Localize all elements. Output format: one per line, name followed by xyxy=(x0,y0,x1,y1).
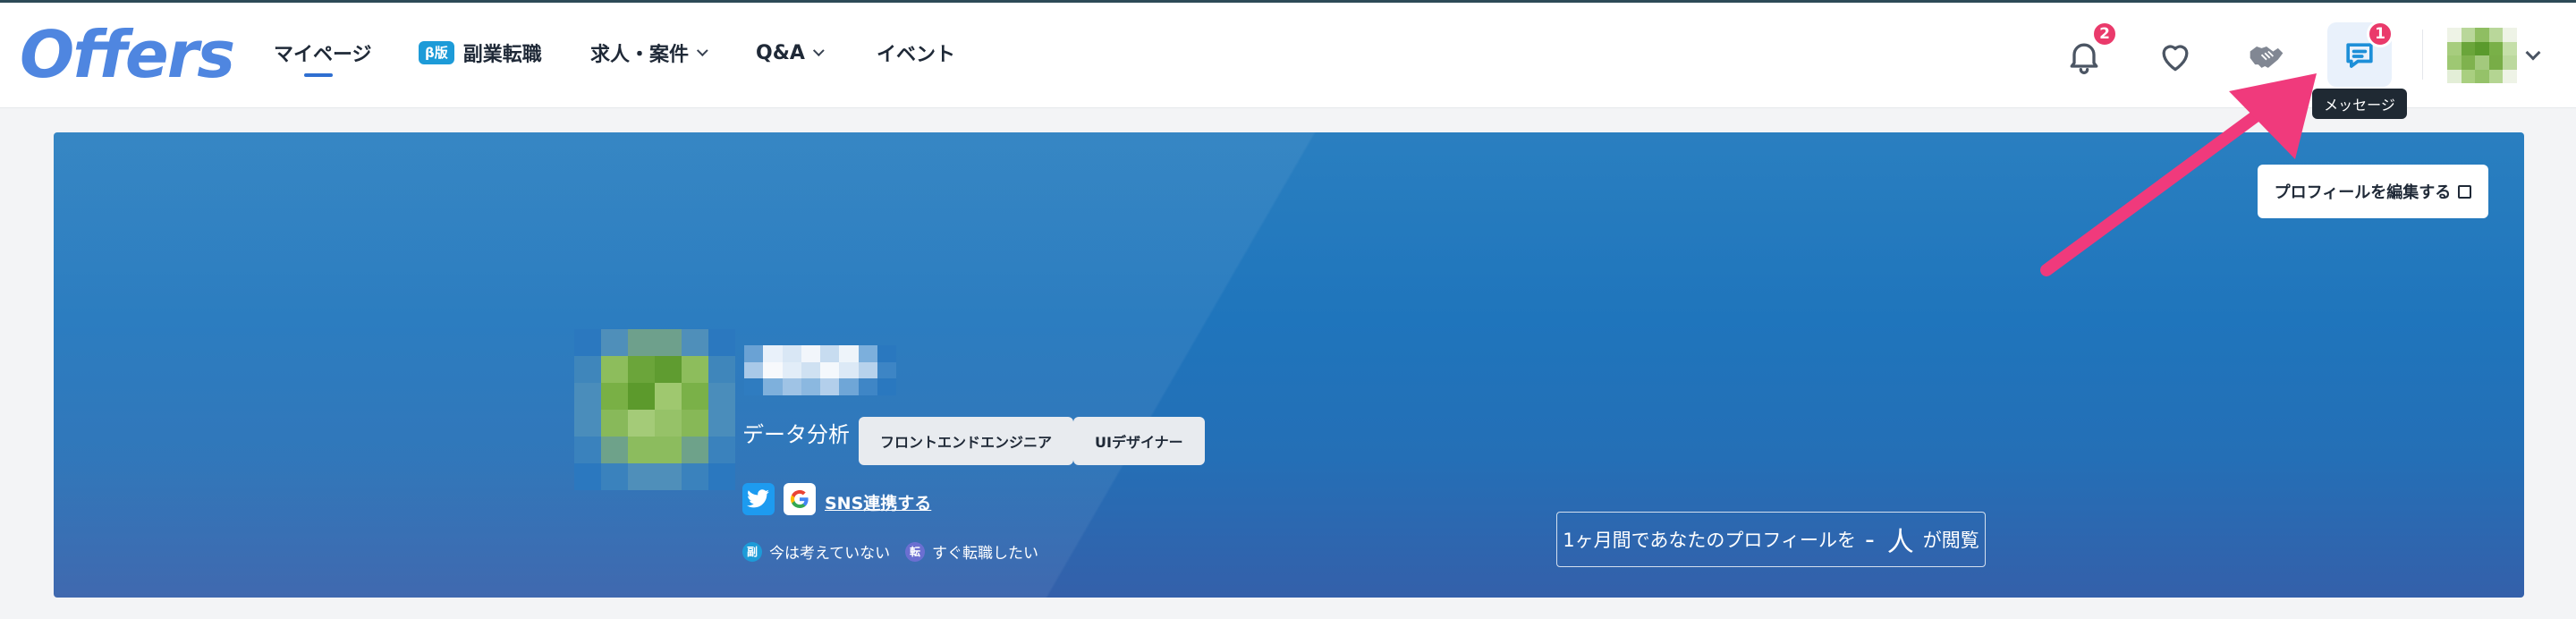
nav-qa-label: Q&A xyxy=(756,41,805,64)
heart-icon xyxy=(2162,45,2189,72)
job-change-status-label: すぐ転職したい xyxy=(932,545,1038,563)
job-change-badge: 転 xyxy=(905,541,925,562)
messages-tooltip: メッセージ xyxy=(2312,89,2407,119)
favorites-button[interactable] xyxy=(2152,33,2199,80)
nav-jobs-label: 求人・案件 xyxy=(590,44,690,66)
chevron-down-icon xyxy=(812,44,825,56)
skill-tag[interactable]: フロントエンドエンジニア xyxy=(859,417,1074,465)
profile-hero: プロフィールを編集する データ分析 フロントエンドエンジニア UIデザイナー S… xyxy=(54,132,2524,598)
views-count: - xyxy=(1864,523,1875,555)
edit-icon xyxy=(2458,184,2472,199)
nav-mypage[interactable]: マイページ xyxy=(274,37,372,69)
message-count-badge: 1 xyxy=(2367,21,2394,47)
nav-side-job[interactable]: β版 副業転職 xyxy=(419,37,542,69)
chevron-down-icon[interactable] xyxy=(2525,45,2541,61)
header-divider xyxy=(2422,30,2423,80)
chevron-down-icon xyxy=(696,44,708,56)
sns-connect-link[interactable]: SNS連携する xyxy=(825,490,931,514)
deals-button[interactable] xyxy=(2243,33,2290,80)
job-change-status: 転 すぐ転職したい xyxy=(905,540,1038,563)
nav-side-job-label: 副業転職 xyxy=(462,44,542,66)
hero-background-shape xyxy=(54,132,2524,598)
google-g-icon xyxy=(790,489,809,508)
twitter-bird-icon xyxy=(747,489,769,508)
profile-views-counter: 1ヶ月間であなたのプロフィールを - 人 が閲覧 xyxy=(1556,512,1986,567)
nav-qa[interactable]: Q&A xyxy=(756,37,825,69)
notification-count-badge: 2 xyxy=(2091,21,2118,47)
twitter-icon[interactable] xyxy=(742,483,775,515)
google-icon[interactable] xyxy=(784,483,816,515)
profile-role: データ分析 xyxy=(742,422,850,447)
skill-tag[interactable]: UIデザイナー xyxy=(1073,417,1205,465)
nav-events[interactable]: イベント xyxy=(877,37,955,69)
views-unit: 人 xyxy=(1886,527,1914,558)
profile-name xyxy=(744,345,896,395)
edit-profile-button[interactable]: プロフィールを編集する xyxy=(2258,165,2488,218)
handshake-icon xyxy=(2250,47,2284,68)
messages-button[interactable]: 1 xyxy=(2336,21,2394,80)
side-job-badge: 副 xyxy=(742,541,762,562)
views-prefix: 1ヶ月間であなたのプロフィールを xyxy=(1563,530,1856,551)
offers-logo[interactable]: Offers xyxy=(20,19,235,90)
nav-jobs[interactable]: 求人・案件 xyxy=(590,37,708,69)
global-header: Offers マイページ β版 副業転職 求人・案件 Q&A イベント 2 1 … xyxy=(0,3,2576,119)
edit-profile-label: プロフィールを編集する xyxy=(2274,183,2452,202)
notifications-button[interactable]: 2 xyxy=(2061,21,2118,80)
nav-active-indicator xyxy=(304,73,333,77)
beta-badge: β版 xyxy=(419,41,454,64)
profile-avatar xyxy=(574,329,735,490)
user-avatar-menu[interactable] xyxy=(2447,28,2517,83)
views-suffix: が閲覧 xyxy=(1922,530,1979,551)
side-job-status-label: 今は考えていない xyxy=(769,545,891,563)
side-job-status: 副 今は考えていない xyxy=(742,540,890,563)
